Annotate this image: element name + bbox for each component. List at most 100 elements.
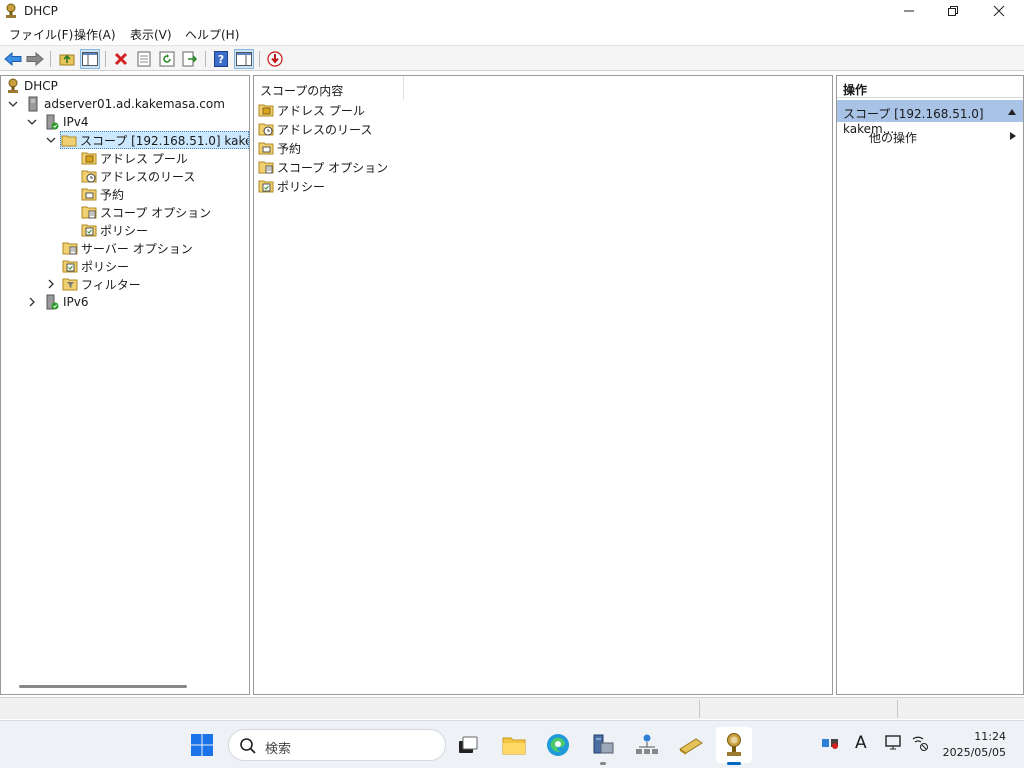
list-label-reservations: 予約 [277,141,302,156]
tree-item-scope-policies[interactable]: ポリシー [81,221,148,239]
delete-button[interactable] [111,49,131,69]
expand-ipv4-chevron[interactable] [26,113,38,131]
restore-button[interactable] [930,0,976,22]
tree-item-ipv6[interactable]: IPv6 [44,293,89,311]
menu-action[interactable]: 操作(A) [74,26,116,43]
tree-item-scope-options[interactable]: スコープ オプション [81,203,211,221]
dhcp-taskbar-button[interactable] [716,727,752,763]
refresh-icon [159,51,175,67]
policy-icon [258,178,274,194]
tree-horizontal-scrollbar[interactable] [19,685,187,688]
tree-item-server-options[interactable]: サーバー オプション [62,239,193,257]
delete-x-icon [114,52,128,66]
server-options-icon [62,240,78,256]
show-hide-console-tree-button[interactable] [80,49,100,69]
action-more-actions[interactable]: 他の操作 [869,129,917,146]
menu-bar: ファイル(F) 操作(A) 表示(V) ヘルプ(H) [0,22,1024,44]
network-button[interactable] [629,727,665,763]
clock-time[interactable]: 11:24 [974,730,1006,743]
tree-label-reservations: 予約 [100,187,125,202]
minimize-button[interactable] [886,0,932,22]
network-status-icon[interactable] [911,735,929,754]
chevron-right-icon [29,297,35,307]
list-label-scope-options: スコープ オプション [277,160,389,175]
server-manager-button[interactable] [585,727,621,763]
dhcp-app-icon [4,3,18,19]
tree-item-ipv4[interactable]: IPv4 [44,113,89,131]
task-view-button[interactable] [450,727,486,763]
list-item-address-pool[interactable]: アドレス プール [258,101,365,119]
tray-overflow-icon[interactable] [821,735,839,754]
help-icon: ? [214,51,228,67]
tree-item-server[interactable]: adserver01.ad.kakemasa.com [25,95,225,113]
list-item-address-leases[interactable]: アドレスのリース [258,120,372,138]
status-bar [0,697,1024,719]
refresh-button[interactable] [157,49,177,69]
collapse-up-icon [1008,109,1016,115]
list-item-policies[interactable]: ポリシー [258,177,325,195]
tree-label-scope-options: スコープ オプション [100,205,212,220]
title-bar: DHCP [0,0,1024,22]
tree-label-scope: スコープ [192.168.51.0] kakemasa_ [80,133,248,148]
up-one-level-button[interactable] [57,49,77,69]
tree-item-policies[interactable]: ポリシー [62,257,129,275]
forward-button[interactable] [25,49,45,69]
filter-icon [62,276,78,292]
column-header-scope-contents[interactable]: スコープの内容 [254,76,404,100]
action-group-scope[interactable]: スコープ [192.168.51.0] kakem... [837,100,1023,136]
search-icon [240,738,256,754]
properties-button[interactable] [134,49,154,69]
file-explorer-button[interactable] [496,727,532,763]
list-item-scope-options[interactable]: スコープ オプション [258,158,388,176]
close-icon [993,5,1005,17]
chevron-down-icon [8,101,18,107]
expand-filters-chevron[interactable] [45,275,57,293]
clock-date[interactable]: 2025/05/05 [943,746,1006,759]
tree-item-scope[interactable]: スコープ [192.168.51.0] kakemasa_ [60,131,249,149]
network-icon [636,734,658,754]
expand-server-chevron[interactable] [7,95,19,113]
start-button[interactable] [184,727,220,763]
expand-ipv6-chevron[interactable] [26,293,38,311]
list-item-reservations[interactable]: 予約 [258,139,301,157]
action-more-actions-label: 他の操作 [869,131,918,145]
reservations-icon [81,186,97,202]
tree-label-scope-policies: ポリシー [100,223,149,238]
action-pane-header: 操作 [837,76,1023,98]
show-hide-action-pane-button[interactable] [234,49,254,69]
forward-arrow-icon [26,52,44,66]
chevron-down-icon [46,137,56,143]
chevron-right-icon [48,279,54,289]
edge-browser-button[interactable] [540,727,576,763]
tree-item-dhcp-root[interactable]: DHCP [5,77,58,95]
properties-icon [137,51,151,67]
taskbar: 検索 A 11:24 2025/05/05 [0,720,1024,768]
console-tree-icon [82,52,98,66]
dhcp-icon [5,78,21,94]
tree-item-address-pool[interactable]: アドレス プール [81,149,188,167]
admin-tools-button[interactable] [673,727,709,763]
deactivate-button[interactable] [265,49,285,69]
menu-help[interactable]: ヘルプ(H) [185,26,239,43]
expand-scope-chevron[interactable] [45,131,57,149]
list-label-address-pool: アドレス プール [277,103,365,118]
display-icon[interactable] [885,735,903,754]
back-button[interactable] [3,49,23,69]
menu-file[interactable]: ファイル(F) [9,26,73,43]
back-arrow-icon [4,52,22,66]
ime-indicator[interactable]: A [855,733,867,753]
close-button[interactable] [976,0,1022,22]
export-list-button[interactable] [180,49,200,69]
menu-view[interactable]: 表示(V) [130,26,172,43]
address-leases-icon [81,168,97,184]
address-pool-icon [258,102,274,118]
help-button[interactable]: ? [211,49,231,69]
export-list-icon [182,51,198,67]
chevron-down-icon [27,119,37,125]
tree-item-address-leases[interactable]: アドレスのリース [81,167,195,185]
down-arrow-circle-icon [267,51,283,67]
taskbar-search-box[interactable]: 検索 [228,729,446,761]
tree-label-dhcp: DHCP [24,79,58,93]
tree-item-reservations[interactable]: 予約 [81,185,124,203]
tree-item-filters[interactable]: フィルター [62,275,141,293]
